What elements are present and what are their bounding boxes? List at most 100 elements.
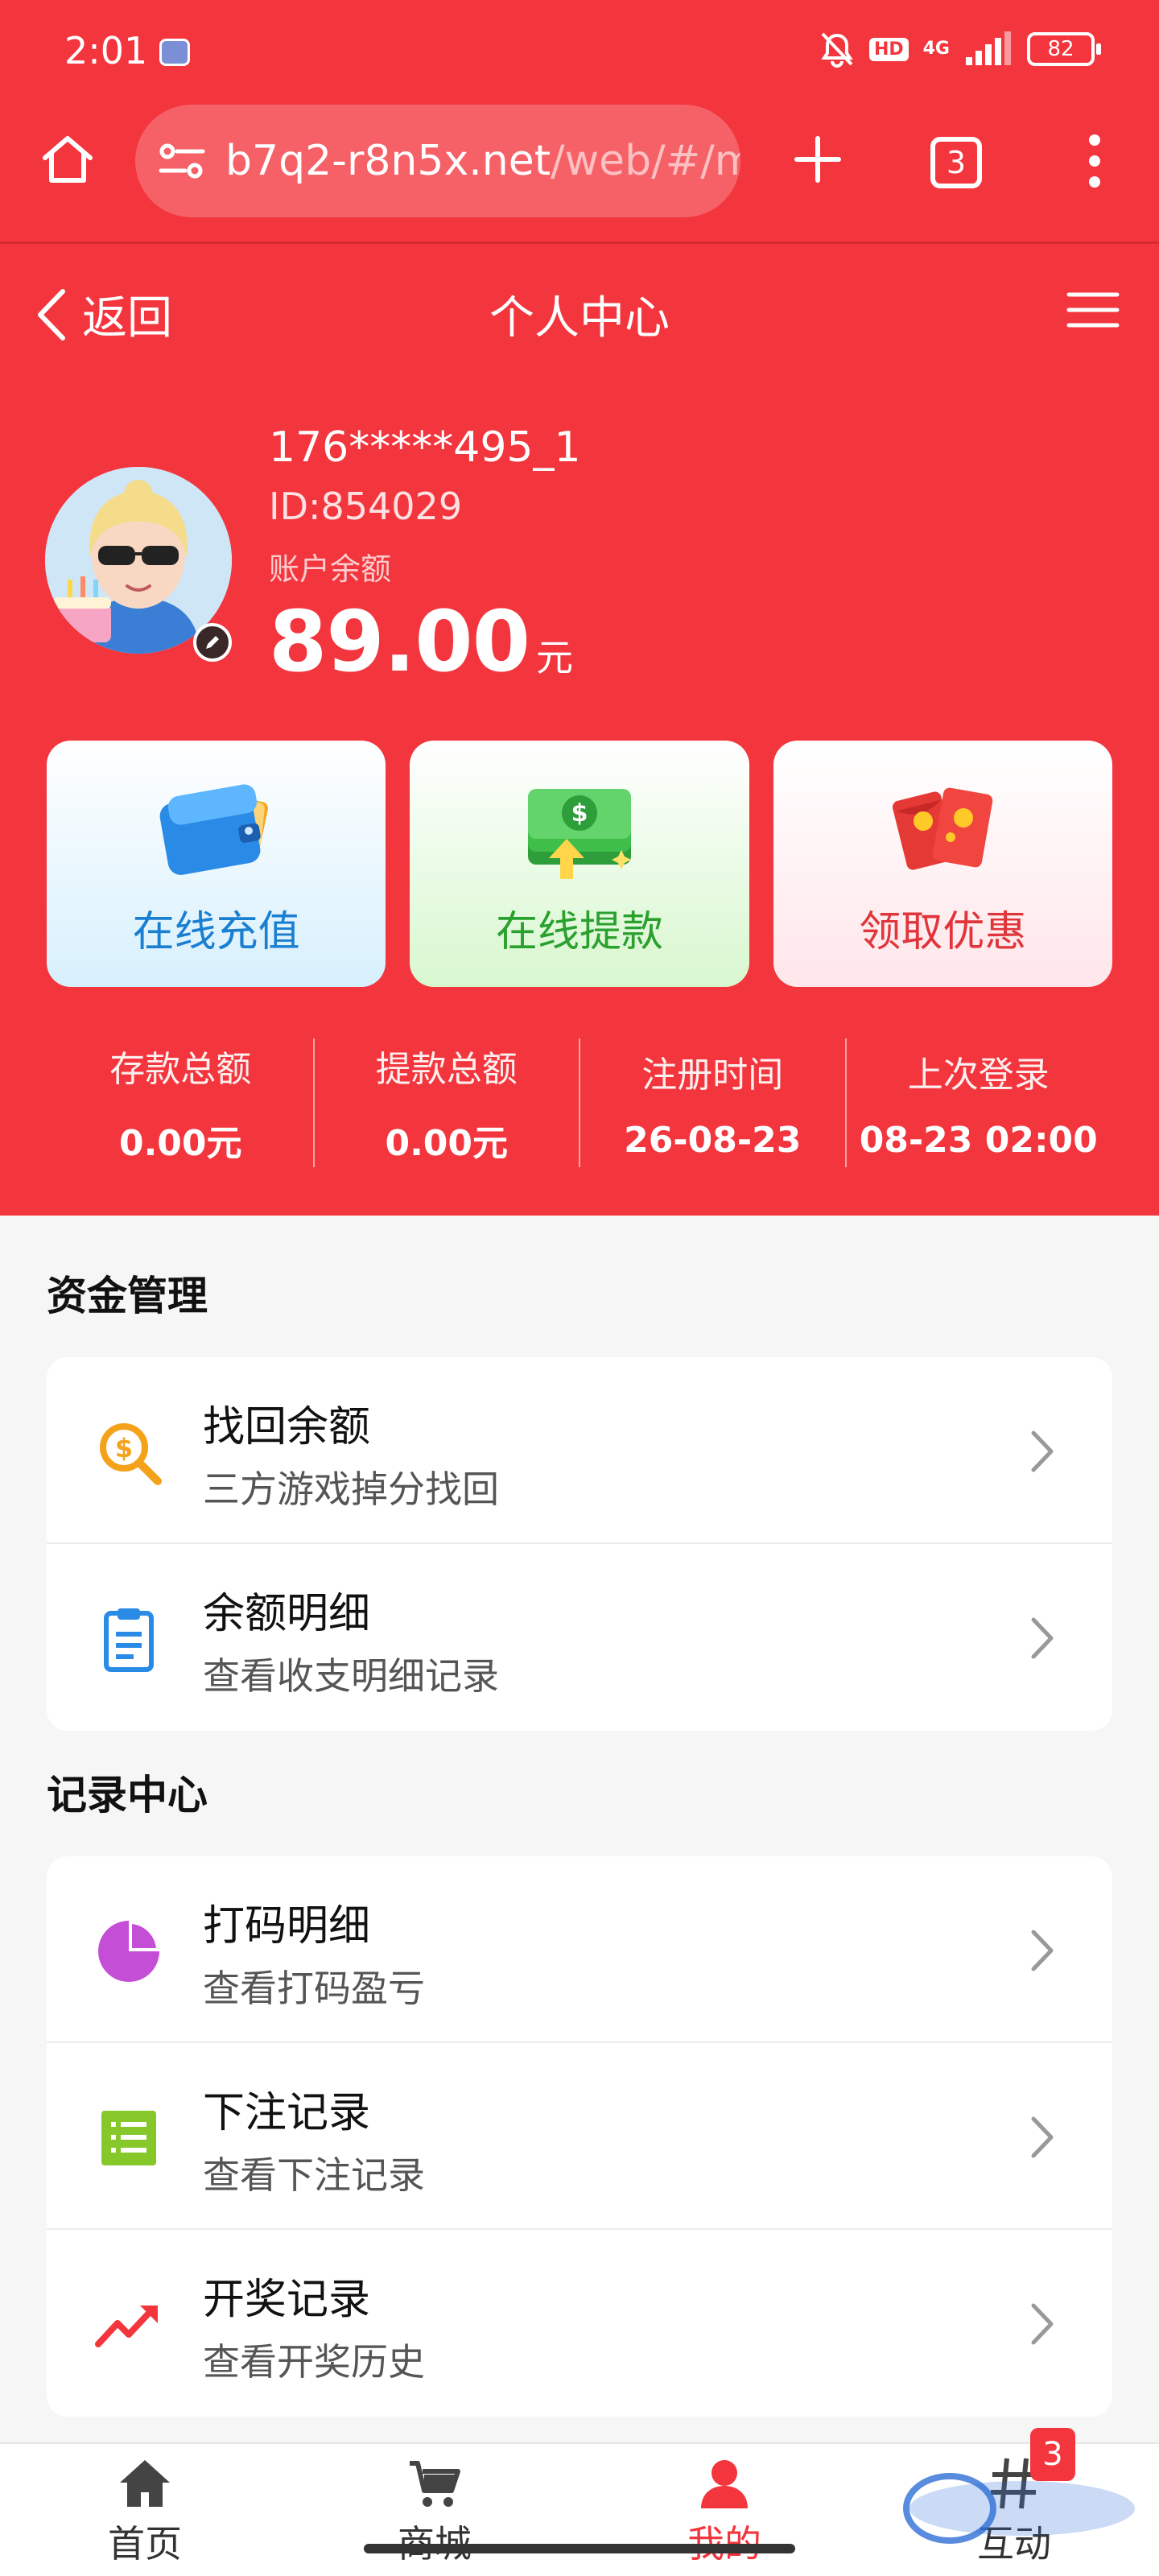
stat-value: 0.00元 [118, 1123, 242, 1164]
stat-label: 注册时间 [641, 1054, 784, 1096]
watermark-logo [903, 2473, 1135, 2544]
withdraw-label: 在线提款 [495, 908, 663, 956]
promo-label: 领取优惠 [859, 908, 1027, 956]
funds-list: $ 找回余额 三方游戏掉分找回 余额明细 查看收支明细记录 [47, 1357, 1112, 1731]
site-settings-icon[interactable] [158, 140, 206, 182]
tab-label: 商城 [398, 2515, 472, 2568]
list-item-bet-records[interactable]: 下注记录 查看下注记录 [47, 2043, 1112, 2230]
account-stats: 存款总额 0.00元 提款总额 0.00元 注册时间 26-08-23 上次登录… [48, 1038, 1111, 1167]
list-icon [101, 2111, 156, 2165]
chevron-right-icon [1031, 2116, 1054, 2158]
stat-label: 存款总额 [109, 1049, 252, 1090]
list-item-title: 余额明细 [203, 1590, 371, 1638]
page-title: 个人中心 [489, 292, 670, 345]
home-indicator [364, 2544, 795, 2553]
cash-icon: $ [527, 789, 631, 879]
stat-deposit-total: 存款总额 0.00元 [48, 1038, 315, 1167]
status-time: 2:01 [64, 29, 148, 72]
claim-promo-button[interactable]: 领取优惠 [773, 741, 1112, 987]
hd-badge: HD [868, 37, 909, 61]
edit-avatar-button[interactable] [193, 623, 232, 662]
list-item-title: 找回余额 [203, 1403, 371, 1451]
bell-off-icon [821, 32, 853, 68]
address-bar[interactable]: b7q2-r8n5x.net/web/#/m [135, 105, 740, 217]
status-indicators: HD 4G 82 [819, 31, 1101, 68]
chevron-right-icon [1031, 1930, 1054, 1971]
back-button[interactable]: 返回 [35, 282, 172, 347]
user-id: ID:854029 [269, 485, 463, 528]
stat-value: 08-23 02:00 [859, 1119, 1098, 1161]
stat-register-date: 注册时间 26-08-23 [580, 1038, 847, 1167]
tab-label: 首页 [108, 2522, 182, 2566]
toolbar-divider [0, 242, 1159, 244]
list-item-subtitle: 三方游戏掉分找回 [203, 1468, 499, 1511]
list-item-balance-details[interactable]: 余额明细 查看收支明细记录 [47, 1544, 1112, 1731]
list-item-subtitle: 查看下注记录 [203, 2153, 425, 2197]
profile-section: 176*****495_1 ID:854029 账户余额 89.00 元 [0, 402, 1159, 741]
svg-text:$: $ [115, 1433, 133, 1463]
chevron-right-icon [1031, 1430, 1054, 1472]
chevron-left-icon [38, 288, 65, 341]
recharge-button[interactable]: 在线充值 [47, 741, 386, 987]
username: 176*****495_1 [269, 423, 581, 472]
tab-switcher-button[interactable]: 3 [930, 137, 982, 188]
list-item-title: 下注记录 [203, 2089, 371, 2137]
chevron-right-icon [1031, 1617, 1054, 1659]
list-item-subtitle: 查看开奖历史 [203, 2340, 425, 2384]
stat-label: 上次登录 [907, 1054, 1050, 1096]
search-money-icon: $ [100, 1423, 162, 1485]
hamburger-menu-icon[interactable] [1066, 290, 1120, 330]
list-item-bet-flow[interactable]: 打码明细 查看打码盈亏 [47, 1856, 1112, 2043]
list-item-subtitle: 查看收支明细记录 [203, 1654, 499, 1698]
balance-unit: 元 [535, 636, 573, 679]
stat-value: 26-08-23 [624, 1119, 802, 1161]
tab-profile[interactable]: 我的 [580, 2444, 869, 2576]
list-item-subtitle: 查看打码盈亏 [203, 1967, 425, 2010]
back-label: 返回 [82, 292, 172, 345]
records-list: 打码明细 查看打码盈亏 下注记录 查看下注记录 开奖记录 查看开奖历史 [47, 1856, 1112, 2417]
stat-value: 0.00元 [385, 1123, 509, 1164]
tab-shop[interactable]: 商城 [290, 2444, 580, 2576]
page-nav-bar: 个人中心 返回 [0, 258, 1159, 362]
section-title-records: 记录中心 [47, 1772, 208, 1818]
section-title-funds: 资金管理 [47, 1273, 208, 1319]
url-host: b7q2-r8n5x.net [225, 137, 551, 185]
chevron-right-icon [1031, 2303, 1054, 2345]
stat-label: 提款总额 [375, 1049, 518, 1090]
tab-label: 我的 [687, 2515, 761, 2568]
quick-actions: 在线充值 $ 在线提款 领取优惠 [47, 741, 1112, 987]
new-tab-icon[interactable] [789, 130, 847, 188]
status-bar: 2:01 HD 4G 82 [0, 0, 1159, 105]
withdraw-button[interactable]: $ 在线提款 [410, 741, 749, 987]
balance-value: 89.00 [269, 592, 530, 691]
list-item-title: 开奖记录 [203, 2276, 371, 2324]
stat-last-login: 上次登录 08-23 02:00 [847, 1038, 1112, 1167]
tab-home[interactable]: 首页 [0, 2444, 290, 2576]
more-options-icon[interactable] [1070, 129, 1119, 193]
account-balance: 89.00 元 [269, 592, 573, 691]
pie-chart-icon [98, 1921, 159, 1982]
battery-indicator: 82 [1027, 32, 1101, 66]
notification-app-icon [159, 39, 190, 66]
red-envelope-icon [893, 787, 993, 870]
stat-withdraw-total: 提款总额 0.00元 [315, 1038, 580, 1167]
browser-toolbar: b7q2-r8n5x.net/web/#/m 3 [0, 105, 1159, 242]
clipboard-icon [104, 1608, 154, 1672]
balance-label: 账户余额 [269, 551, 392, 587]
recharge-label: 在线充值 [132, 908, 300, 956]
signal-icon [966, 31, 1011, 65]
list-item-recover-balance[interactable]: $ 找回余额 三方游戏掉分找回 [47, 1357, 1112, 1544]
home-icon [120, 2460, 170, 2507]
list-item-title: 打码明细 [203, 1902, 371, 1951]
network-label: 4G [922, 39, 950, 59]
url-path: /web/#/m [551, 137, 740, 185]
pencil-icon [206, 636, 219, 649]
url-text: b7q2-r8n5x.net/web/#/m [225, 137, 740, 185]
cart-icon [410, 2461, 460, 2507]
list-item-draw-records[interactable]: 开奖记录 查看开奖历史 [47, 2230, 1112, 2417]
trend-icon [95, 2306, 158, 2347]
svg-text:$: $ [571, 799, 588, 828]
user-icon [701, 2460, 748, 2508]
home-icon[interactable] [39, 130, 97, 188]
wallet-icon [159, 784, 268, 875]
